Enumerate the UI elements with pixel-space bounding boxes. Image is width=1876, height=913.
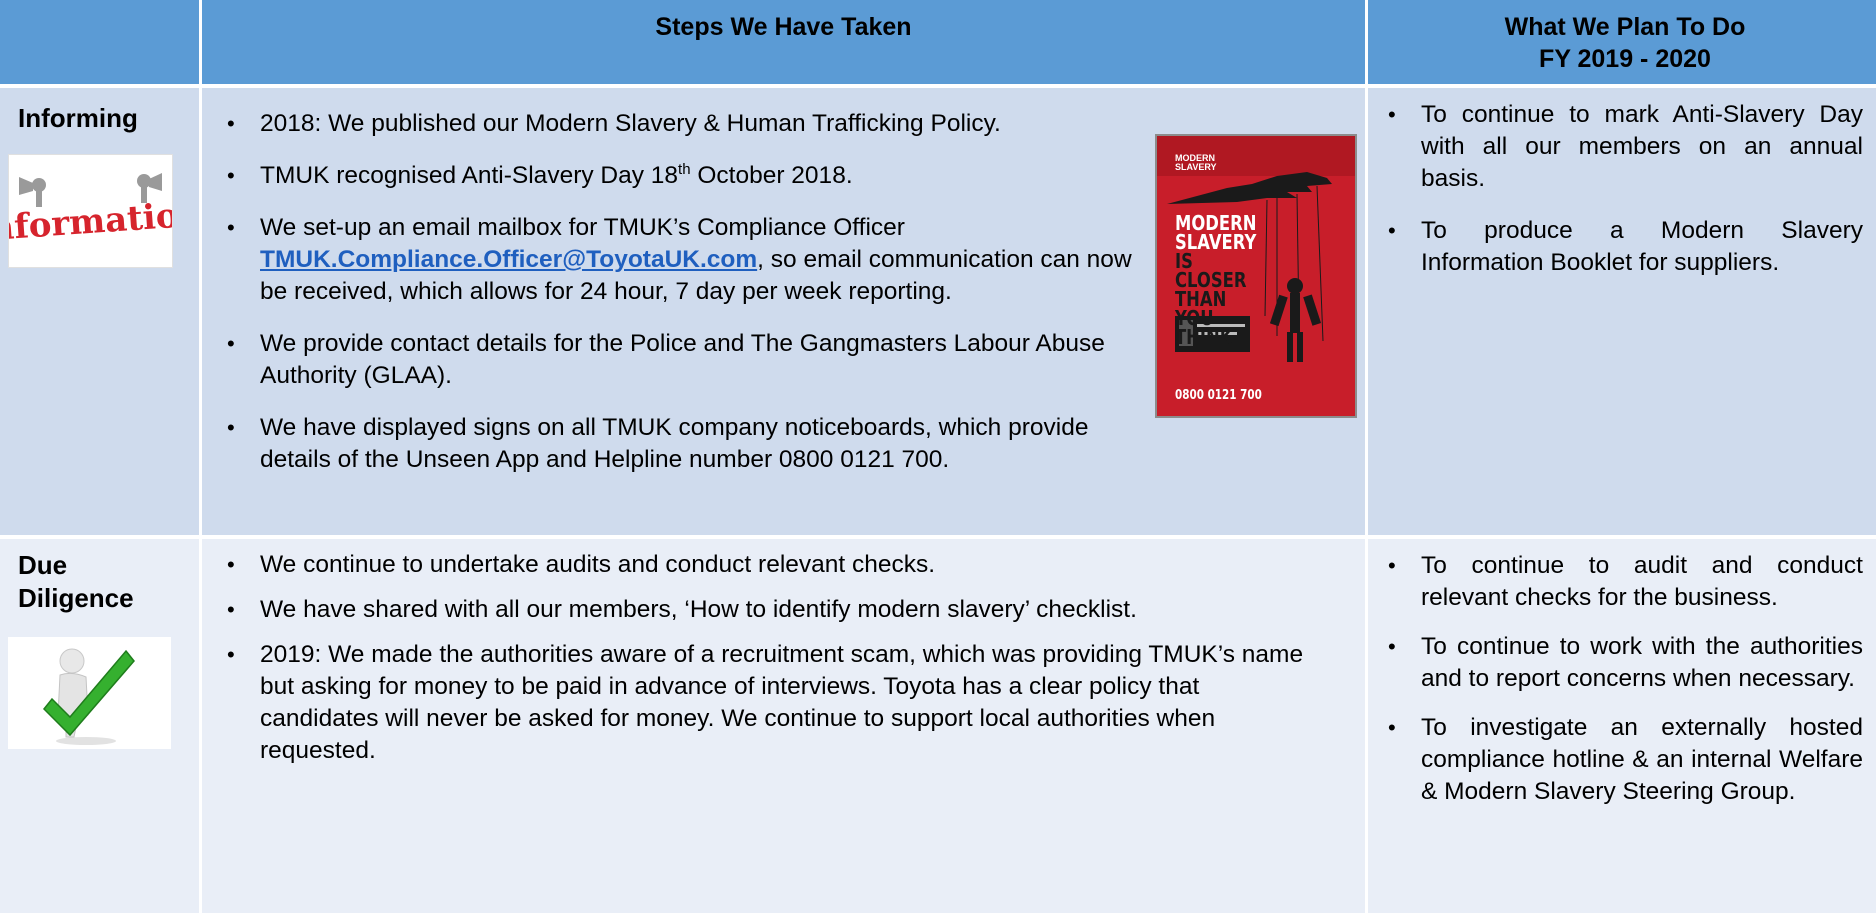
poster-headline: MODERN SLAVERY IS CLOSER THAN YOU THINK [1175, 211, 1257, 349]
list-item: • We set-up an email mailbox for TMUK’s … [227, 214, 1132, 305]
header-plan-line2: FY 2019 - 2020 [1539, 45, 1711, 73]
due-diligence-steps-list: • We continue to undertake audits and co… [227, 549, 1360, 780]
list-item: • We have shared with all our members, ‘… [227, 594, 1360, 626]
bullet-icon: • [1388, 634, 1396, 659]
bullet-icon: • [1388, 715, 1396, 740]
list-item: • To continue to audit and conduct relev… [1388, 552, 1863, 611]
due-diligence-plans-list: • To continue to audit and conduct relev… [1388, 550, 1863, 825]
bullet-icon: • [227, 331, 235, 356]
informing-plans-list: • To continue to mark Anti-Slavery Day w… [1388, 99, 1863, 299]
list-item: • We have displayed signs on all TMUK co… [227, 414, 1089, 473]
due-diligence-title: Due Diligence [18, 550, 134, 613]
bullet-icon: • [227, 642, 235, 667]
information-illustration-icon: information [0, 155, 199, 267]
due-diligence-plans-cell: • To continue to audit and conduct relev… [1368, 539, 1876, 913]
due-diligence-steps-cell: • We continue to undertake audits and co… [202, 539, 1365, 913]
informing-plans-cell: • To continue to mark Anti-Slavery Day w… [1368, 88, 1876, 535]
list-item: • To produce a Modern Slavery Informatio… [1388, 217, 1863, 276]
header-plan-line1: What We Plan To Do [1504, 13, 1746, 41]
figure-check-mark-icon [8, 637, 171, 749]
bullet-icon: • [1388, 218, 1396, 243]
poster-brand: MODERN SLAVERY [1175, 153, 1217, 172]
bullet-icon: • [1388, 553, 1396, 578]
bullet-icon: • [227, 552, 235, 577]
bullet-icon: • [227, 415, 235, 440]
poster-phone: 0800 0121 700 [1175, 388, 1262, 403]
header-steps-title: Steps We Have Taken [655, 13, 912, 41]
bullet-icon: • [227, 215, 235, 240]
informing-title: Informing [18, 103, 138, 133]
information-image: information [0, 154, 199, 268]
modern-slavery-poster: MODERN SLAVERY MODERN SLAVERY IS CLOSER … [1155, 134, 1357, 418]
list-item: • To continue to work with the authoriti… [1388, 633, 1863, 692]
compliance-email-link[interactable]: TMUK.Compliance.Officer@ToyotaUK.com [260, 246, 757, 273]
list-item: • To continue to mark Anti-Slavery Day w… [1388, 101, 1863, 192]
header-corner-cell [0, 0, 199, 84]
informing-steps-cell: • 2018: We published our Modern Slavery … [202, 88, 1365, 535]
due-diligence-label-cell: Due Diligence [0, 539, 199, 913]
header-plan-cell: What We Plan To Do FY 2019 - 2020 [1368, 0, 1876, 84]
list-item: • 2019: We made the authorities aware of… [227, 641, 1304, 764]
list-item: • We continue to undertake audits and co… [227, 549, 1360, 581]
due-diligence-image [8, 637, 171, 749]
header-plan-title: What We Plan To Do FY 2019 - 2020 [1368, 0, 1876, 75]
list-item: • To investigate an externally hosted co… [1388, 714, 1863, 805]
slavery-statement-table: Steps We Have Taken What We Plan To Do F… [0, 0, 1876, 913]
bullet-icon: • [1388, 102, 1396, 127]
bullet-icon: • [227, 597, 235, 622]
bullet-icon: • [227, 111, 235, 136]
header-steps-cell: Steps We Have Taken [202, 0, 1365, 84]
list-item: • We provide contact details for the Pol… [227, 330, 1105, 389]
informing-label-cell: Informing information [0, 88, 199, 535]
bullet-icon: • [227, 163, 235, 188]
